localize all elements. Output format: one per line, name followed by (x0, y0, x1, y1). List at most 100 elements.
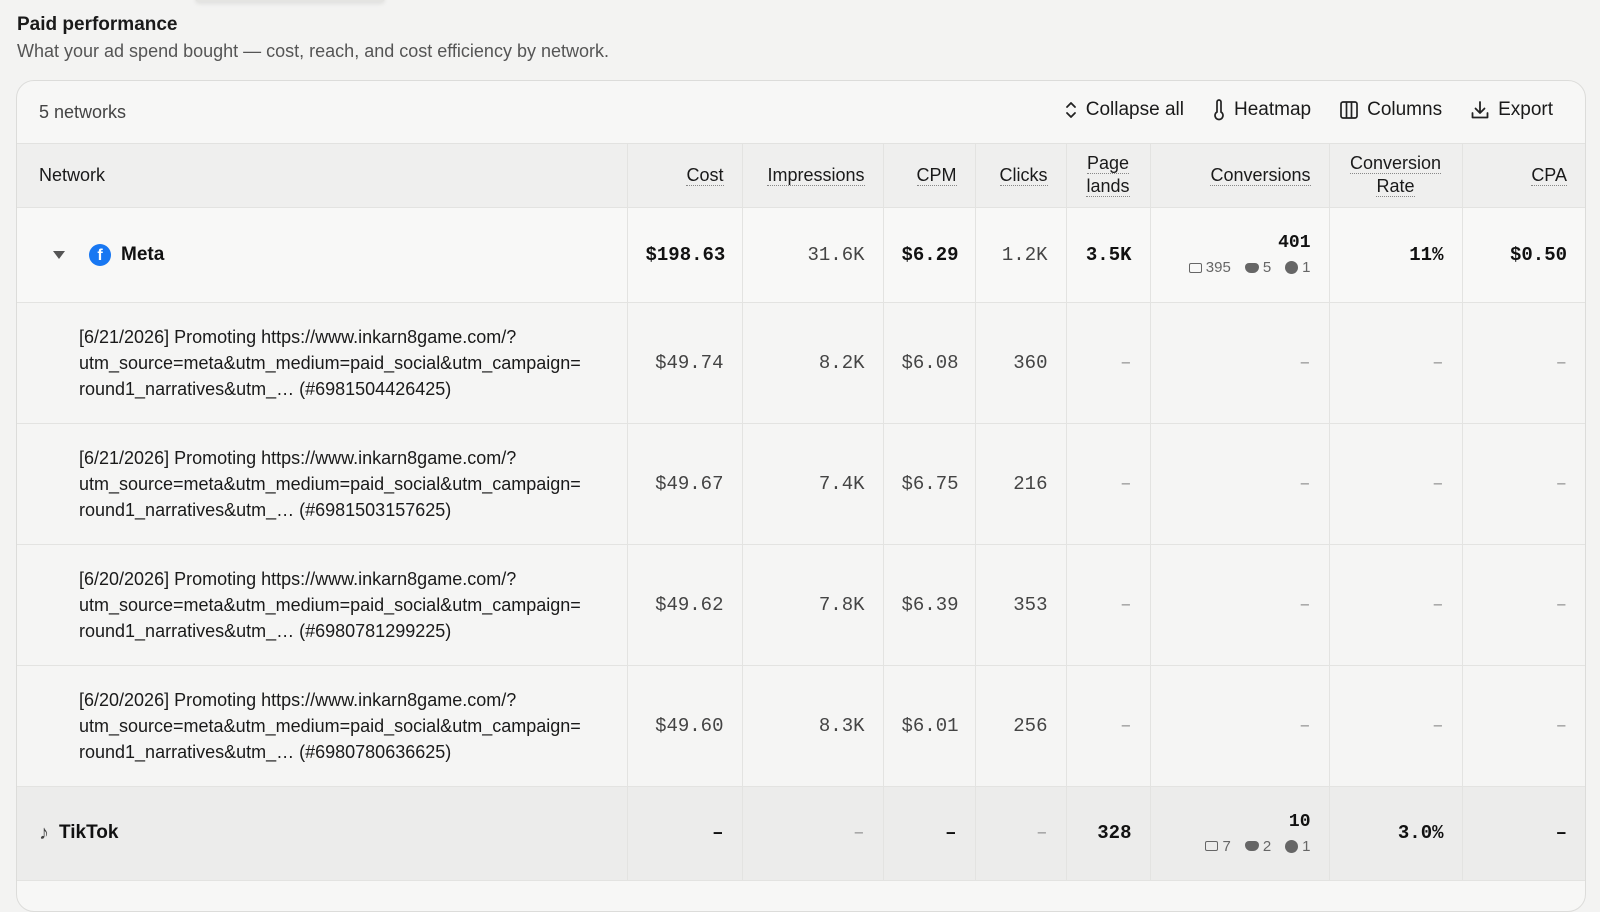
column-header-impressions[interactable]: Impressions (742, 144, 884, 208)
cost-cell: $49.74 (627, 302, 743, 424)
campaign-row[interactable]: [6/20/2026] Promoting https://www.inkarn… (17, 665, 1585, 787)
cpa-cell: – (1462, 665, 1585, 787)
section-title: Paid performance (17, 14, 178, 35)
cpa-cell: $0.50 (1462, 207, 1585, 303)
impressions-cell: 7.8K (742, 544, 884, 666)
column-header-clicks[interactable]: Clicks (975, 144, 1067, 208)
campaign-name-cell: [6/21/2026] Promoting https://www.inkarn… (17, 423, 628, 545)
cost-cell: $198.63 (627, 207, 743, 303)
clicks-cell: 353 (975, 544, 1067, 666)
download-icon (1470, 100, 1490, 120)
heatmap-label: Heatmap (1233, 99, 1312, 120)
conversions-email: 7 (1222, 837, 1231, 855)
clicks-cell: 216 (975, 423, 1067, 545)
conversions-discord: 5 (1262, 259, 1272, 276)
columns-label: Columns (1367, 99, 1443, 120)
column-header-cpm[interactable]: CPM (883, 144, 976, 208)
conversions-threads: 1 (1302, 837, 1311, 855)
clicks-cell: 360 (975, 302, 1067, 424)
conversions-total: 10 (1288, 811, 1311, 832)
mail-icon (1205, 841, 1219, 851)
discord-icon (1244, 841, 1259, 851)
network-cell: f Meta (17, 207, 628, 303)
table-header-row: Network Cost Impressions CPM Clicks Page… (17, 144, 1585, 208)
conversions-cell: – (1150, 423, 1330, 545)
campaign-row[interactable]: [6/20/2026] Promoting https://www.inkarn… (17, 544, 1585, 666)
threads-icon (1285, 839, 1299, 853)
cpm-cell: $6.08 (883, 302, 976, 424)
cpa-cell: – (1462, 423, 1585, 545)
cost-cell: $49.62 (627, 544, 743, 666)
cpa-cell: – (1462, 302, 1585, 424)
cpm-cell: $6.01 (883, 665, 976, 787)
column-header-conversions[interactable]: Conversions (1150, 144, 1330, 208)
cpa-cell: – (1462, 786, 1585, 881)
conversion-rate-cell: – (1329, 423, 1463, 545)
page-lands-cell: – (1066, 665, 1151, 787)
cpm-cell: $6.75 (883, 423, 976, 545)
cpm-cell: $6.39 (883, 544, 976, 666)
section-subtitle: What your ad spend bought — cost, reach,… (17, 41, 609, 61)
clicks-cell: 1.2K (975, 207, 1067, 303)
page-lands-cell: 3.5K (1066, 207, 1151, 303)
cpa-cell: – (1462, 544, 1585, 666)
network-name: TikTok (59, 822, 119, 843)
clicks-cell: – (975, 786, 1067, 881)
heatmap-button[interactable]: Heatmap (1212, 99, 1311, 121)
export-button[interactable]: Export (1470, 99, 1553, 121)
conversion-rate-cell: – (1329, 665, 1463, 787)
table-toolbar: 5 networks Collapse all Heatmap Columns (17, 81, 1585, 144)
conversions-email: 395 (1205, 259, 1231, 276)
column-header-cost[interactable]: Cost (627, 144, 743, 208)
discord-icon (1244, 262, 1259, 273)
campaign-row[interactable]: [6/21/2026] Promoting https://www.inkarn… (17, 302, 1585, 424)
campaign-row[interactable]: [6/21/2026] Promoting https://www.inkarn… (17, 423, 1585, 545)
conversions-cell: 10 7 2 1 (1150, 786, 1330, 881)
network-row-tiktok[interactable]: ♪ TikTok – – – – 328 10 7 2 1 3.0% – (17, 786, 1585, 881)
impressions-cell: 8.3K (742, 665, 884, 787)
impressions-cell: 7.4K (742, 423, 884, 545)
conversion-rate-cell: – (1329, 544, 1463, 666)
conversions-cell: – (1150, 302, 1330, 424)
conversions-breakdown: 7 2 1 (1169, 838, 1311, 855)
tiktok-icon: ♪ (39, 821, 49, 844)
column-header-cpa[interactable]: CPA (1462, 144, 1585, 208)
thermometer-icon (1212, 99, 1226, 121)
collapse-all-button[interactable]: Collapse all (1064, 99, 1184, 121)
cost-cell: $49.60 (627, 665, 743, 787)
export-label: Export (1498, 99, 1553, 120)
conversions-cell: – (1150, 665, 1330, 787)
tab-indicator (195, 0, 385, 2)
cost-cell: – (627, 786, 743, 881)
network-row-meta[interactable]: f Meta $198.63 31.6K $6.29 1.2K 3.5K 401… (17, 207, 1585, 303)
conversions-discord: 2 (1262, 837, 1272, 855)
page-lands-cell: – (1066, 423, 1151, 545)
chevron-up-down-icon (1064, 100, 1078, 120)
impressions-cell: – (742, 786, 884, 881)
network-count: 5 networks (39, 102, 127, 122)
toolbar-actions: Collapse all Heatmap Columns Export (1064, 99, 1553, 121)
columns-button[interactable]: Columns (1339, 99, 1442, 121)
page-lands-cell: – (1066, 302, 1151, 424)
page-lands-cell: – (1066, 544, 1151, 666)
conversions-cell: 401 395 5 1 (1150, 207, 1330, 303)
chevron-down-icon[interactable] (53, 250, 65, 259)
paid-performance-card: 5 networks Collapse all Heatmap Columns (16, 80, 1586, 912)
cost-cell: $49.67 (627, 423, 743, 545)
impressions-cell: 31.6K (742, 207, 884, 303)
cpm-cell: – (883, 786, 976, 881)
campaign-name-cell: [6/20/2026] Promoting https://www.inkarn… (17, 665, 628, 787)
facebook-icon: f (89, 243, 111, 266)
columns-icon (1339, 100, 1359, 120)
impressions-cell: 8.2K (742, 302, 884, 424)
conversions-total: 401 (1278, 233, 1311, 253)
mail-icon (1188, 262, 1202, 273)
column-header-network[interactable]: Network (17, 144, 628, 208)
conversion-rate-cell: – (1329, 302, 1463, 424)
campaign-name-cell: [6/20/2026] Promoting https://www.inkarn… (17, 544, 628, 666)
cpm-cell: $6.29 (883, 207, 976, 303)
column-header-page-lands[interactable]: Page lands (1066, 144, 1151, 208)
conversion-rate-cell: 11% (1329, 207, 1463, 303)
paid-performance-table: Network Cost Impressions CPM Clicks Page… (17, 144, 1585, 881)
column-header-conversion-rate[interactable]: Conversion Rate (1329, 144, 1463, 208)
